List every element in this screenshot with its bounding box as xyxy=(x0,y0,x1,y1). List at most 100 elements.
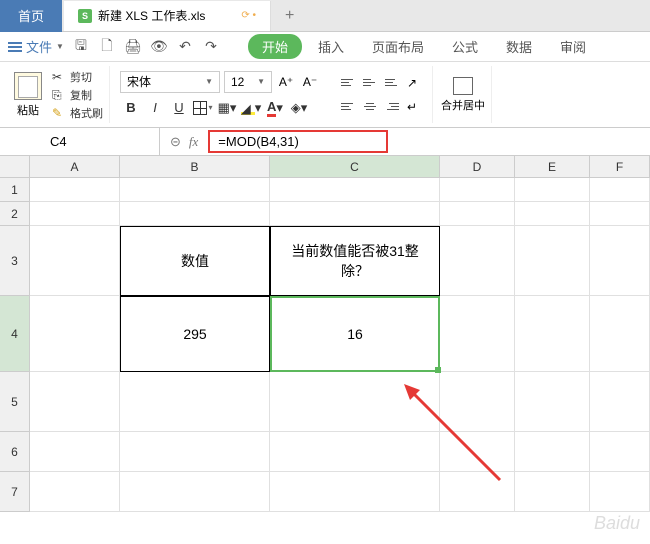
cell[interactable] xyxy=(30,296,120,372)
align-top-icon[interactable] xyxy=(338,73,358,93)
tab-data[interactable]: 数据 xyxy=(494,33,544,60)
bold-button[interactable]: B xyxy=(120,97,142,119)
cell[interactable] xyxy=(515,372,590,432)
align-left-icon[interactable] xyxy=(338,97,358,117)
borders-button[interactable]: ▾ xyxy=(192,97,214,119)
orientation-icon[interactable]: ↗ xyxy=(404,73,424,93)
undo-icon[interactable]: ↶ xyxy=(176,38,194,56)
cell-c4-active[interactable]: 16 xyxy=(270,296,440,372)
wrap-text-icon[interactable]: ↵ xyxy=(404,97,424,117)
cell[interactable] xyxy=(590,472,650,512)
fx-icon[interactable]: fx xyxy=(189,134,198,150)
cell[interactable] xyxy=(120,202,270,226)
row-header-7[interactable]: 7 xyxy=(0,472,30,512)
cut-button[interactable]: 剪切 xyxy=(52,69,103,85)
paste-button[interactable]: 粘贴 xyxy=(14,72,42,118)
cell[interactable] xyxy=(515,432,590,472)
cell[interactable] xyxy=(440,432,515,472)
font-name-select[interactable]: 宋体▼ xyxy=(120,71,220,93)
col-header-c[interactable]: C xyxy=(270,156,440,178)
cell[interactable] xyxy=(30,226,120,296)
cell[interactable] xyxy=(30,202,120,226)
row-header-4[interactable]: 4 xyxy=(0,296,30,372)
tab-start[interactable]: 开始 xyxy=(248,34,302,59)
redo-icon[interactable]: ↷ xyxy=(202,38,220,56)
file-menu[interactable]: 文件 ▼ xyxy=(8,37,64,56)
row-header-6[interactable]: 6 xyxy=(0,432,30,472)
cell[interactable] xyxy=(590,372,650,432)
save-icon[interactable]: 🖫 xyxy=(72,38,90,56)
col-header-a[interactable]: A xyxy=(30,156,120,178)
tab-insert[interactable]: 插入 xyxy=(306,33,356,60)
cell[interactable] xyxy=(515,296,590,372)
tab-review[interactable]: 审阅 xyxy=(548,33,598,60)
zoom-icon[interactable]: ⊝ xyxy=(170,134,181,150)
increase-font-icon[interactable]: A⁺ xyxy=(276,72,296,92)
cell[interactable] xyxy=(30,432,120,472)
italic-button[interactable]: I xyxy=(144,97,166,119)
cell[interactable] xyxy=(440,296,515,372)
cell[interactable] xyxy=(120,372,270,432)
name-box[interactable]: C4 xyxy=(0,128,160,155)
row-header-1[interactable]: 1 xyxy=(0,178,30,202)
effects-button[interactable]: ◈▾ xyxy=(288,97,310,119)
cell[interactable] xyxy=(30,472,120,512)
cell[interactable] xyxy=(590,178,650,202)
col-header-f[interactable]: F xyxy=(590,156,650,178)
decrease-font-icon[interactable]: A⁻ xyxy=(300,72,320,92)
cell[interactable] xyxy=(590,202,650,226)
cell[interactable] xyxy=(590,296,650,372)
fill-color-button[interactable]: ◢▾ xyxy=(240,97,262,119)
tab-formula[interactable]: 公式 xyxy=(440,33,490,60)
align-bottom-icon[interactable] xyxy=(382,73,402,93)
font-color-button[interactable]: A▾ xyxy=(264,97,286,119)
cell[interactable] xyxy=(590,226,650,296)
align-middle-icon[interactable] xyxy=(360,73,380,93)
cell[interactable] xyxy=(270,472,440,512)
cell[interactable] xyxy=(30,178,120,202)
cell[interactable] xyxy=(515,202,590,226)
cell[interactable] xyxy=(270,178,440,202)
align-center-icon[interactable] xyxy=(360,97,380,117)
cell[interactable] xyxy=(590,432,650,472)
row-header-5[interactable]: 5 xyxy=(0,372,30,432)
cell[interactable] xyxy=(515,178,590,202)
cell[interactable] xyxy=(440,202,515,226)
select-all-corner[interactable] xyxy=(0,156,30,178)
row-header-2[interactable]: 2 xyxy=(0,202,30,226)
cell[interactable] xyxy=(120,472,270,512)
cell[interactable] xyxy=(440,472,515,512)
align-right-icon[interactable] xyxy=(382,97,402,117)
print-icon[interactable]: 🖨 xyxy=(124,38,142,56)
row-header-3[interactable]: 3 xyxy=(0,226,30,296)
formula-input[interactable]: =MOD(B4,31) xyxy=(208,128,650,155)
cell[interactable] xyxy=(440,372,515,432)
cell[interactable] xyxy=(440,178,515,202)
tab-home[interactable]: 首页 xyxy=(0,0,62,32)
cell[interactable] xyxy=(120,178,270,202)
cell-c3[interactable]: 当前数值能否被31整除？ xyxy=(270,226,440,296)
col-header-b[interactable]: B xyxy=(120,156,270,178)
tab-page-layout[interactable]: 页面布局 xyxy=(360,33,436,60)
cell[interactable] xyxy=(120,432,270,472)
cell[interactable] xyxy=(515,226,590,296)
cell-b4[interactable]: 295 xyxy=(120,296,270,372)
save-as-icon[interactable]: 🗋 xyxy=(98,38,116,56)
tab-document[interactable]: S 新建 XLS 工作表.xls ⟳ • xyxy=(64,1,271,31)
cell[interactable] xyxy=(515,472,590,512)
copy-button[interactable]: 复制 xyxy=(52,87,103,103)
cell[interactable] xyxy=(30,372,120,432)
col-header-d[interactable]: D xyxy=(440,156,515,178)
cell[interactable] xyxy=(270,372,440,432)
print-preview-icon[interactable]: 👁 xyxy=(150,38,168,56)
font-size-select[interactable]: 12▼ xyxy=(224,71,272,93)
underline-button[interactable]: U xyxy=(168,97,190,119)
fill-pattern-button[interactable]: ▦▾ xyxy=(216,97,238,119)
cell[interactable] xyxy=(270,202,440,226)
merge-center-button[interactable]: 合并居中 xyxy=(441,77,485,113)
col-header-e[interactable]: E xyxy=(515,156,590,178)
cell[interactable] xyxy=(440,226,515,296)
cell-b3[interactable]: 数值 xyxy=(120,226,270,296)
format-painter-button[interactable]: 格式刷 xyxy=(52,105,103,121)
add-tab-button[interactable]: + xyxy=(271,7,308,25)
